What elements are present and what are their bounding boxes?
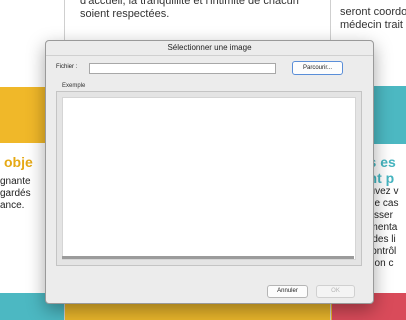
browse-button[interactable]: Parcourir... bbox=[292, 61, 343, 75]
horizontal-scrollbar[interactable] bbox=[62, 256, 354, 259]
text-line: gnante bbox=[0, 176, 31, 187]
text-line: ance. bbox=[0, 200, 25, 211]
section-heading-left: obje bbox=[4, 154, 33, 170]
text-line: gardés bbox=[0, 188, 31, 199]
example-label: Exemple bbox=[62, 83, 86, 89]
left-column-text: gnante gardés ance. bbox=[0, 176, 31, 212]
file-row: Fichier : Parcourir... bbox=[56, 61, 366, 75]
file-path-input[interactable] bbox=[89, 63, 276, 74]
dialog-title: Sélectionner une image bbox=[46, 41, 373, 56]
file-label: Fichier : bbox=[56, 64, 78, 70]
example-group bbox=[56, 91, 362, 266]
doc-text-line: soient respectées. bbox=[80, 8, 170, 20]
doc-text-line: d'accueil, la tranquillité et l'intimité… bbox=[80, 0, 299, 7]
cancel-button[interactable]: Annuler bbox=[267, 285, 308, 298]
select-image-dialog: Sélectionner une image Fichier : Parcour… bbox=[45, 40, 374, 304]
image-preview bbox=[62, 97, 356, 260]
doc-text-line: médecin trait bbox=[340, 19, 403, 31]
doc-text-line: seront coordo bbox=[340, 6, 406, 18]
ok-button[interactable]: OK bbox=[316, 285, 355, 298]
